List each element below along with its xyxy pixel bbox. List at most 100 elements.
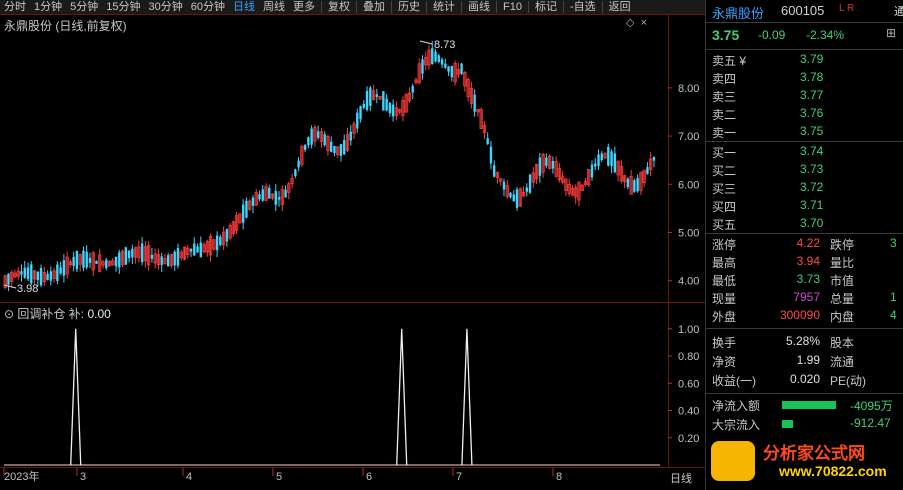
bid-row-1[interactable]: 买二 3.73 [712, 162, 902, 178]
stat-value: 1.99 [796, 353, 820, 367]
candle-body [447, 66, 450, 72]
stat-label: 涨停 [712, 238, 737, 252]
ask-row-1[interactable]: 卖四 3.78 [712, 70, 902, 86]
candle-body [105, 259, 108, 269]
stat-right-label: 市值 [830, 274, 855, 288]
chart-title: 永鼎股份 (日线,前复权) [4, 19, 127, 33]
candle-body [277, 197, 281, 200]
candle-body [316, 131, 320, 138]
candle-body [646, 167, 649, 174]
bid-row-4[interactable]: 买五 3.70 [712, 216, 902, 232]
candle-body [176, 247, 180, 266]
candle-body [385, 98, 388, 111]
price-change-pct: -2.34% [806, 28, 845, 42]
flow-label: 大宗流入 [712, 418, 761, 432]
candle-body [636, 177, 639, 192]
bid-label: 买四 [712, 200, 737, 214]
candle-body [140, 243, 144, 263]
indicator-value: 0.00 [87, 307, 111, 321]
panel-extra-label: 通 [894, 3, 903, 19]
candle-body [193, 243, 196, 256]
candle-body [473, 94, 476, 112]
candle-body [131, 248, 134, 258]
candle-body [538, 157, 542, 176]
bid-label: 买二 [712, 164, 737, 178]
chart-control-icons[interactable]: ◇× [626, 16, 653, 29]
candle-body [610, 151, 613, 167]
stat-row-1: 最高 3.94 量比 [712, 254, 902, 270]
stat-right-value: 4 [890, 308, 897, 322]
candle-body [189, 248, 193, 252]
candle-body [46, 273, 49, 280]
candle-body [307, 137, 310, 146]
candle-body [160, 256, 163, 265]
ask-label: 卖三 [712, 90, 737, 104]
indicator-toggle-icon[interactable]: ⊙ [4, 307, 14, 321]
stat-right-label: PE(动) [830, 374, 867, 388]
grid-icon[interactable]: ⊞ [886, 26, 896, 40]
candle-body [525, 187, 528, 192]
candle-body [241, 204, 245, 223]
candle-body [330, 141, 333, 152]
candle-body [339, 144, 343, 156]
stat-label: 收益(一) [712, 374, 756, 388]
candle-body [49, 271, 53, 281]
candle-body [323, 134, 326, 146]
price-change: -0.09 [758, 28, 786, 42]
stat-right-value: 3 [890, 236, 897, 250]
stat-value: 3.94 [796, 254, 820, 268]
candle-body [493, 165, 496, 177]
x-label-4: 6 [366, 471, 372, 483]
ask-price: 3.75 [800, 124, 824, 138]
candle-body [23, 267, 26, 278]
bid-row-2[interactable]: 买三 3.72 [712, 180, 902, 196]
y-tick-label-2: 6.00 [678, 179, 699, 191]
ask-row-4[interactable]: 卖一 3.75 [712, 124, 902, 140]
candle-body [382, 91, 385, 111]
candle-body [502, 181, 506, 190]
candle-body [261, 189, 264, 201]
logo-url: www.70822.com [779, 463, 887, 479]
stat-label: 外盘 [712, 310, 737, 324]
flow-bar [782, 401, 836, 409]
y-tick-label-3: 5.00 [678, 228, 699, 240]
kline-chart[interactable]: 8.00 7.00 6.00 5.00 4.00 8.73 3.98 1.00 0.80 0.60… [0, 0, 705, 490]
candle-body [62, 260, 66, 276]
candle-body [515, 189, 519, 208]
ask-row-2[interactable]: 卖三 3.77 [712, 88, 902, 104]
candle-body [20, 271, 23, 275]
bid-row-0[interactable]: 买一 3.74 [712, 144, 902, 160]
candle-body [72, 256, 75, 266]
stock-name[interactable]: 永鼎股份 [712, 3, 764, 22]
candle-body [274, 191, 277, 205]
candle-body [196, 246, 199, 253]
bid-row-3[interactable]: 买四 3.71 [712, 198, 902, 214]
stat-value: 0.020 [789, 372, 820, 386]
indicator-title: ⊙ 回调补仓 补: 0.00 [4, 305, 111, 322]
ask-price: 3.78 [800, 70, 824, 84]
bid-label: 买五 [712, 218, 737, 232]
candle-body [225, 229, 229, 242]
x-label-0: 2023年 [4, 469, 39, 483]
candle-body [150, 254, 154, 259]
ask-label: 卖一 [712, 126, 737, 140]
candle-body [118, 252, 121, 268]
candle-body [362, 103, 365, 108]
indicator-spike-1 [396, 328, 408, 466]
ask-row-3[interactable]: 卖二 3.76 [712, 106, 902, 122]
stat-label: 最高 [712, 256, 737, 270]
ask-row-0[interactable]: 卖五 ¥ 3.79 [712, 52, 902, 68]
stat-label: 最低 [712, 274, 737, 288]
logo-icon [711, 441, 755, 481]
logo-title: 分析家公式网 [763, 444, 865, 463]
flow-label: 净流入额 [712, 399, 761, 413]
candle-body [219, 236, 222, 246]
candle-body [310, 128, 313, 145]
candle-body [284, 189, 287, 198]
candle-body [167, 255, 170, 267]
stat-label: 现量 [712, 292, 737, 306]
candle-body [56, 264, 59, 282]
stat-row-5: 换手 5.28% 股本 [712, 334, 902, 350]
bid-price: 3.70 [800, 216, 824, 230]
candle-body [88, 257, 92, 263]
